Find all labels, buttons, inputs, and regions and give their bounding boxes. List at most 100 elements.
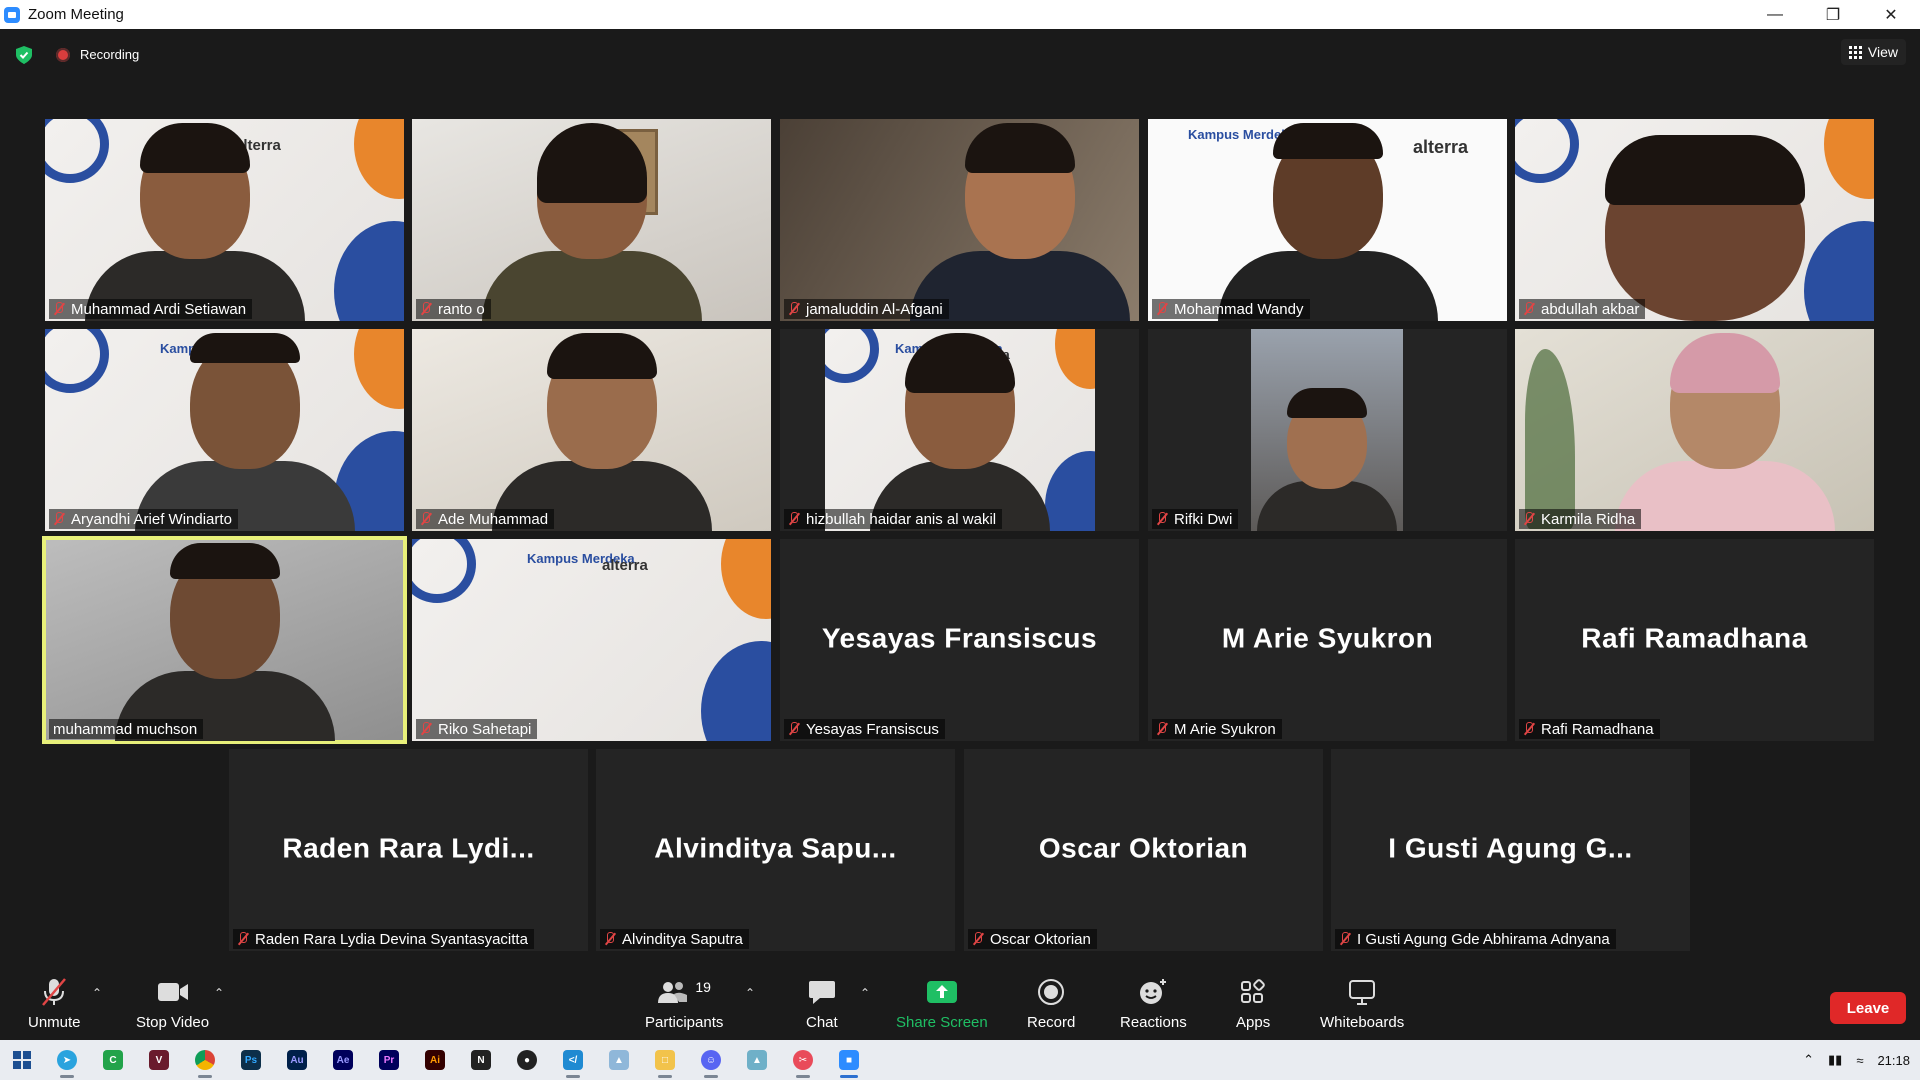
wifi-icon[interactable]: ≈ (1856, 1053, 1863, 1068)
video-tile[interactable]: I Gusti Agung G... I Gusti Agung Gde Abh… (1331, 749, 1690, 951)
smiley-reaction-icon (1140, 979, 1167, 1004)
participant-display-name: M Arie Syukron (1221, 622, 1434, 654)
record-icon (1038, 979, 1065, 1005)
participant-name-tag: Ade Muhammad (416, 509, 555, 529)
video-tile[interactable]: Kampus Merdeka alterra hizbullah haidar … (780, 329, 1139, 531)
reactions-label: Reactions (1120, 1014, 1187, 1031)
system-clock[interactable]: 21:18 (1877, 1053, 1910, 1068)
chat-button[interactable]: Chat (806, 976, 838, 1031)
stop-video-button[interactable]: Stop Video (136, 976, 209, 1031)
video-tile[interactable]: Yesayas Fransiscus Yesayas Fransiscus (780, 539, 1139, 741)
premiere-taskbar-icon[interactable]: Pr (366, 1040, 412, 1080)
mic-muted-icon (53, 512, 65, 526)
mic-muted-icon (1339, 932, 1351, 946)
decor-ring (412, 539, 476, 603)
after-effects-taskbar-icon[interactable]: Ae (320, 1040, 366, 1080)
video-tile[interactable]: Kampus Merdeka alterra Aryandhi Arief Wi… (45, 329, 404, 531)
mic-muted-icon (1156, 722, 1168, 736)
media-app-taskbar-icon[interactable]: V (136, 1040, 182, 1080)
vscode-taskbar-icon[interactable]: </ (550, 1040, 596, 1080)
notion-taskbar-icon[interactable]: N (458, 1040, 504, 1080)
discord-taskbar-icon[interactable]: ☺ (688, 1040, 734, 1080)
minimize-button[interactable]: — (1746, 0, 1804, 29)
window-controls: — ❐ ✕ (1746, 0, 1920, 29)
record-label: Record (1027, 1014, 1076, 1031)
audition-taskbar-icon[interactable]: Au (274, 1040, 320, 1080)
view-button[interactable]: View (1840, 39, 1906, 65)
illustrator-taskbar-icon[interactable]: Ai (412, 1040, 458, 1080)
start-button[interactable] (0, 1040, 44, 1080)
mic-muted-icon (53, 302, 65, 316)
share-screen-button[interactable]: Share Screen (896, 976, 988, 1031)
video-camera-icon (157, 983, 188, 1001)
snipping-tool-taskbar-icon[interactable]: ✂ (780, 1040, 826, 1080)
participants-button[interactable]: 19 Participants (645, 976, 723, 1031)
video-tile[interactable]: alterra Muhammad Ardi Setiawan (45, 119, 404, 321)
chrome-taskbar-icon[interactable] (182, 1040, 228, 1080)
video-tile[interactable]: abdullah akbar (1515, 119, 1874, 321)
video-tile[interactable]: jamaluddin Al-Afgani (780, 119, 1139, 321)
participant-name-tag: Riko Sahetapi (416, 719, 538, 739)
participant-display-name: Oscar Oktorian (1038, 832, 1249, 864)
meeting-top-bar: Recording View (0, 29, 1920, 79)
participant-video (84, 123, 305, 321)
show-hidden-icons-chevron-icon[interactable]: ⌃ (1803, 1052, 1814, 1068)
decor-blob (334, 221, 404, 321)
close-window-button[interactable]: ✕ (1862, 0, 1920, 29)
recording-indicator[interactable]: Recording (56, 47, 139, 62)
video-tile-active-speaker[interactable]: muhammad muchson (42, 536, 407, 744)
participant-display-name: I Gusti Agung G... (1388, 832, 1633, 864)
restore-button[interactable]: ❐ (1804, 0, 1862, 29)
participant-name-tag: muhammad muchson (49, 719, 204, 739)
whiteboards-button[interactable]: Whiteboards (1320, 976, 1404, 1031)
participant-name-tag: hizbullah haidar anis al wakil (784, 509, 1003, 529)
participants-options-caret-icon[interactable]: ⌃ (745, 986, 755, 1000)
participant-video (870, 333, 1050, 531)
leave-meeting-button[interactable]: Leave (1830, 992, 1906, 1024)
video-tile[interactable]: ranto o (412, 119, 771, 321)
video-tile[interactable]: Rafi Ramadhana Rafi Ramadhana (1515, 539, 1874, 741)
video-tile[interactable]: Karmila Ridha (1515, 329, 1874, 531)
participant-name-tag: Mohammad Wandy (1152, 299, 1310, 319)
video-tile[interactable]: Ade Muhammad (412, 329, 771, 531)
video-tile[interactable]: Oscar Oktorian Oscar Oktorian (964, 749, 1323, 951)
participant-display-name: Yesayas Fransiscus (821, 622, 1098, 654)
camera-feed: Kampus Merdeka alterra (825, 329, 1095, 531)
video-tile[interactable]: Alvinditya Sapu... Alvinditya Saputra (596, 749, 955, 951)
zoom-taskbar-icon[interactable]: ■ (826, 1040, 872, 1080)
unmute-button[interactable]: Unmute (28, 976, 81, 1031)
audio-options-caret-icon[interactable]: ⌃ (92, 986, 102, 1000)
apps-icon (1241, 979, 1265, 1003)
security-shield-icon[interactable] (16, 46, 32, 64)
camtasia-taskbar-icon[interactable]: C (90, 1040, 136, 1080)
decor-ring (45, 329, 109, 393)
grid-view-icon (1848, 45, 1862, 59)
video-tile[interactable]: M Arie Syukron M Arie Syukron (1148, 539, 1507, 741)
video-tile[interactable]: Kampus Merdeka alterra Mohammad Wandy (1148, 119, 1507, 321)
github-taskbar-icon[interactable]: ● (504, 1040, 550, 1080)
video-tile[interactable]: Raden Rara Lydi... Raden Rara Lydia Devi… (229, 749, 588, 951)
battery-icon[interactable]: ▮▮ (1828, 1052, 1842, 1068)
decor-ring (1515, 119, 1579, 183)
participant-name-tag: abdullah akbar (1519, 299, 1646, 319)
video-tile[interactable]: Kampus Merdeka alterra Riko Sahetapi (412, 539, 771, 741)
video-options-caret-icon[interactable]: ⌃ (214, 986, 224, 1000)
file-explorer-taskbar-icon[interactable]: □ (642, 1040, 688, 1080)
record-button[interactable]: Record (1027, 976, 1075, 1031)
participant-name-tag: I Gusti Agung Gde Abhirama Adnyana (1335, 929, 1616, 949)
decor-blob (354, 329, 404, 409)
decor-blob (1055, 329, 1095, 389)
plant-decor (1525, 349, 1575, 529)
reactions-button[interactable]: Reactions (1120, 976, 1187, 1031)
windows-logo-icon (13, 1051, 31, 1069)
decor-blob (701, 641, 771, 741)
apps-button[interactable]: Apps (1236, 976, 1270, 1031)
photoshop-taskbar-icon[interactable]: Ps (228, 1040, 274, 1080)
video-tile[interactable]: Rifki Dwi (1148, 329, 1507, 531)
photos-taskbar-icon[interactable]: ▲ (596, 1040, 642, 1080)
chat-bubble-icon (808, 981, 835, 1004)
participant-name-tag: Rifki Dwi (1152, 509, 1239, 529)
chat-options-caret-icon[interactable]: ⌃ (860, 986, 870, 1000)
telegram-taskbar-icon[interactable]: ➤ (44, 1040, 90, 1080)
app-taskbar-icon[interactable]: ▲ (734, 1040, 780, 1080)
